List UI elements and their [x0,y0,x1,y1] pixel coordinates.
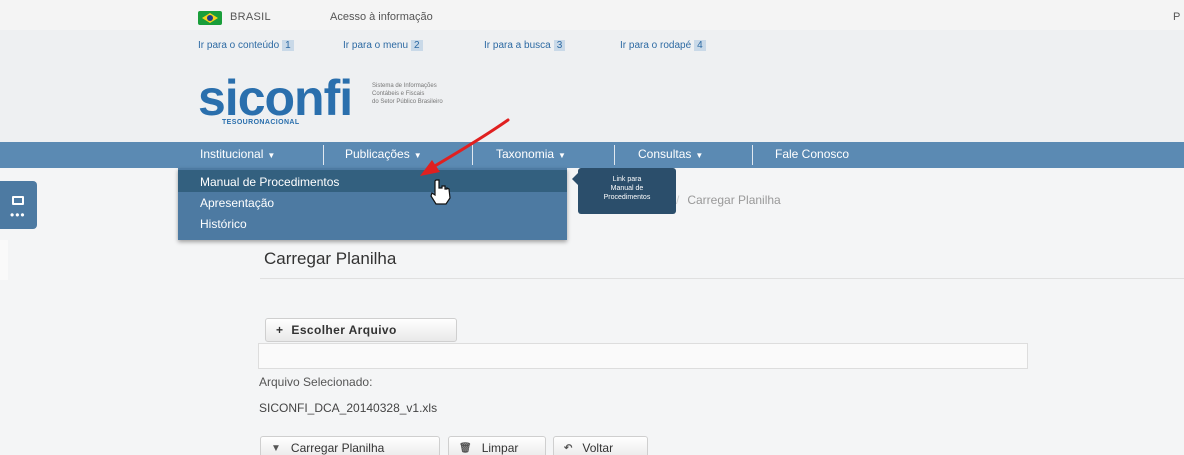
dropdown-item-manual-procedimentos[interactable]: Manual de Procedimentos [200,175,339,189]
logo-subtitle-line: Contábeis e Fiscais [372,91,425,97]
plus-icon: + [276,323,284,337]
more-dots-icon: ••• [10,208,26,222]
tesouro-nacional-logo: TESOURONACIONAL [222,119,300,126]
logo-subtitle: Sistema de Informações Contábeis e Fisca… [372,82,522,106]
logo-subtitle-line: Sistema de Informações [372,83,437,89]
gov-brasil-link[interactable]: BRASIL [230,11,271,23]
skip-link-shortcut: 4 [694,40,706,51]
choose-file-button[interactable]: + Escolher Arquivo [265,318,457,342]
logo-subtitle-line: do Setor Público Brasileiro [372,99,443,105]
window-icon [12,196,24,205]
nav-item-publicacoes[interactable]: Publicações ▼ [345,147,422,161]
nav-item-taxonomia[interactable]: Taxonomia ▼ [496,147,566,161]
skip-link-shortcut: 2 [411,40,423,51]
skip-link-shortcut: 1 [282,40,294,51]
file-drop-area[interactable] [258,343,1028,369]
nav-divider [752,145,753,165]
back-label: Voltar [582,441,614,455]
nav-divider [323,145,324,165]
breadcrumb-current: Carregar Planilha [687,193,781,207]
skip-link-label[interactable]: Ir para o rodapé [620,40,691,51]
trash-icon: 🗑 [459,442,472,454]
skip-link-label[interactable]: Ir para o menu [343,40,408,51]
caret-down-icon: ▼ [558,151,566,160]
back-button[interactable]: ↶ Voltar [553,436,648,455]
tooltip-line: Procedimentos [603,194,651,201]
nav-item-label: Consultas [638,147,692,161]
caret-down-icon: ▼ [267,151,276,160]
nav-item-label: Taxonomia [496,147,555,161]
undo-icon: ↶ [564,442,573,454]
breadcrumb-separator: / [676,193,680,207]
nav-item-consultas[interactable]: Consultas ▼ [638,147,703,161]
acesso-informacao-link[interactable]: Acesso à informação [330,11,433,23]
skip-link-menu[interactable]: Ir para o menu 2 [343,40,423,51]
site-header [0,30,1184,142]
selected-file-name: SICONFI_DCA_20140328_v1.xls [259,401,438,415]
choose-file-label: Escolher Arquivo [291,323,397,337]
siconfi-logo[interactable]: siconfi [198,72,353,124]
tooltip-manual-procedimentos: Link para Manual de Procedimentos [572,168,676,214]
clear-button[interactable]: 🗑 Limpar [448,436,546,455]
skip-link-content[interactable]: Ir para o conteúdo 1 [198,40,294,51]
clear-label: Limpar [481,441,519,455]
nav-item-fale-conosco[interactable]: Fale Conosco [775,147,849,161]
nav-item-label: Institucional [200,147,264,161]
skip-link-label[interactable]: Ir para o conteúdo [198,40,279,51]
page-title: Carregar Planilha [264,249,397,268]
caret-down-icon: ▼ [413,151,422,160]
main-navbar [0,142,1184,168]
nav-divider [472,145,473,165]
gov-bar [0,0,1184,30]
breadcrumb: / Carregar Planilha [676,193,781,207]
left-edge-panel [0,240,8,280]
caret-down-icon: ▼ [695,151,704,160]
skip-link-shortcut: 3 [553,40,566,51]
load-spreadsheet-label: Carregar Planilha [290,441,385,455]
side-accessibility-widget[interactable]: ••• [0,181,37,229]
title-divider [260,278,1184,279]
nav-item-institucional[interactable]: Institucional ▼ [200,147,275,161]
skip-link-label[interactable]: Ir para a busca [484,40,551,51]
gov-bar-right-text[interactable]: P [1173,11,1180,23]
dropdown-item-historico[interactable]: Histórico [200,217,247,231]
selected-file-label: Arquivo Selecionado: [259,375,373,389]
tooltip-line: Manual de [610,185,644,192]
dropdown-item-apresentacao[interactable]: Apresentação [200,196,274,210]
load-icon: ▼ [271,442,281,454]
nav-divider [614,145,615,165]
skip-link-search[interactable]: Ir para a busca 3 [484,40,566,51]
nav-item-label: Publicações [345,147,410,161]
brazil-flag-icon[interactable] [198,11,222,25]
load-spreadsheet-button[interactable]: ▼ Carregar Planilha [260,436,440,455]
skip-link-footer[interactable]: Ir para o rodapé 4 [620,40,706,51]
tooltip-line: Link para [612,176,642,183]
